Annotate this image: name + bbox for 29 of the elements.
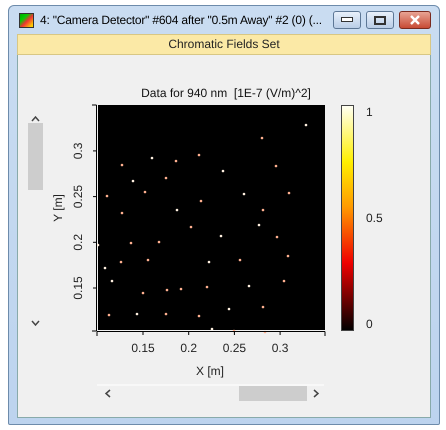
window-title: 4: "Camera Detector" #604 after "0.5m Away" #2 (0) (...: [40, 13, 323, 28]
app-icon: [19, 12, 34, 28]
minimize-icon: [341, 17, 353, 24]
y-tick-label: 0.2: [71, 234, 85, 251]
plot-title: Data for 940 nm [1E-7 (V/m)^2]: [141, 86, 311, 100]
y-tick-label: 0.25: [71, 184, 85, 208]
scroll-up-icon[interactable]: [31, 116, 40, 122]
scrollbar-thumb[interactable]: [239, 386, 307, 401]
y-axis-label: Y [m]: [51, 194, 65, 222]
x-axis-label: X [m]: [196, 364, 224, 378]
scroll-right-icon[interactable]: [314, 389, 320, 398]
y-tick-label: 0.3: [71, 142, 85, 160]
close-button[interactable]: [399, 11, 431, 30]
maximize-icon: [374, 16, 386, 25]
close-icon: [409, 15, 421, 26]
minimize-button[interactable]: [333, 11, 361, 30]
x-tick-label: 0.15: [131, 341, 155, 355]
x-tick-label: 0.2: [180, 341, 198, 355]
colorbar-label: 0.5: [366, 211, 383, 225]
colorbar-label: 0: [366, 317, 373, 331]
scroll-down-icon[interactable]: [31, 320, 40, 326]
y-tick-label: 0.15: [71, 276, 85, 300]
maximize-button[interactable]: [366, 11, 394, 30]
scroll-left-icon[interactable]: [104, 389, 110, 398]
x-tick-label: 0.3: [272, 341, 288, 355]
colorbar-label: 1: [366, 105, 373, 119]
section-banner: Chromatic Fields Set: [17, 34, 431, 55]
x-tick-label: 0.25: [222, 341, 246, 355]
scrollbar-thumb[interactable]: [28, 123, 43, 190]
